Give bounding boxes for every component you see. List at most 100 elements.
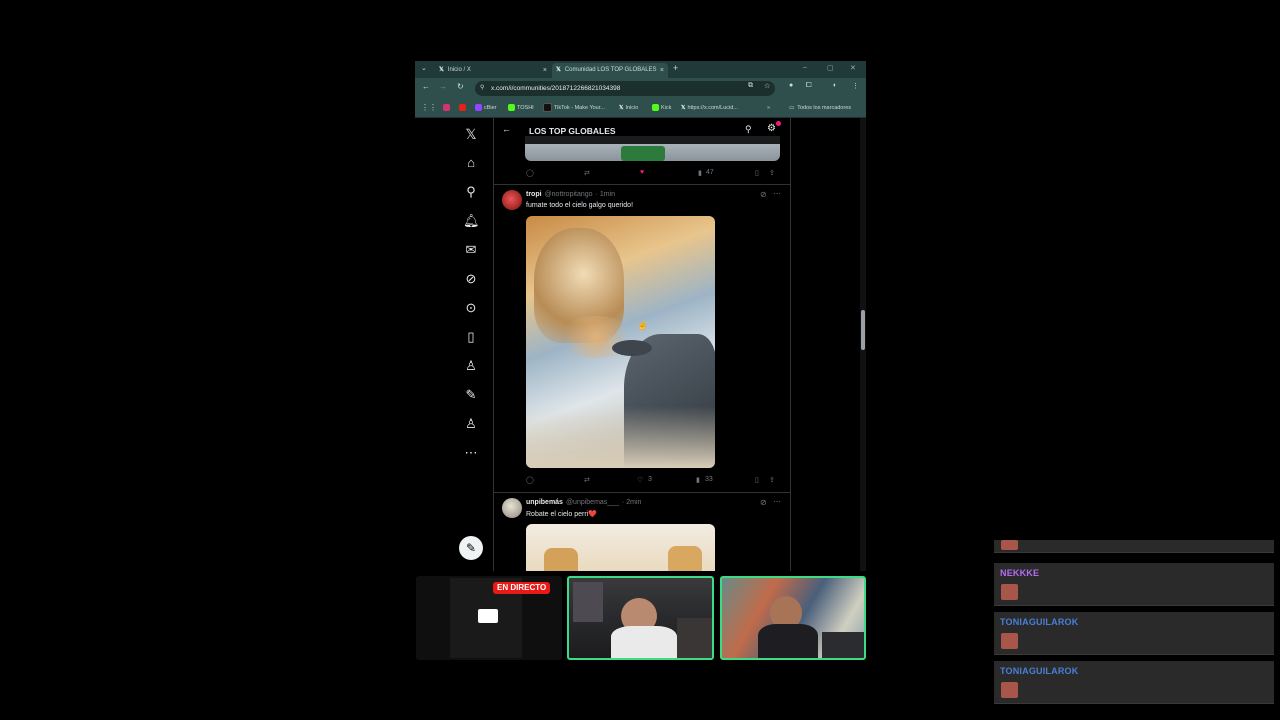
scrollbar-thumb[interactable] [861, 310, 865, 350]
bookmark-cbier[interactable]: cBier [475, 103, 497, 113]
x-page: 𝕏 ⌂ ⚲ 🔔︎ ✉ ⊘ ⊙ ▯ ♙ ✎ ♙ ⋯ ✎ ← LOS TOP GLO… [415, 118, 866, 571]
grok-action-icon[interactable]: ⊘ [760, 190, 767, 199]
bookmark-kick[interactable]: Kick [652, 103, 671, 113]
avatar[interactable] [502, 190, 522, 210]
emote-icon [1001, 540, 1018, 550]
views-count: 33 [705, 476, 713, 483]
notifications-bell-icon[interactable]: 🔔︎ [463, 213, 480, 229]
address-bar-row: ← → ↻ ⚲ x.com/i/communities/201871226682… [415, 78, 866, 100]
page-scrollbar[interactable] [860, 118, 866, 571]
close-window-button[interactable]: ✕ [850, 64, 856, 72]
bookmark-icon-instagram[interactable] [443, 103, 452, 113]
tweet-image[interactable] [526, 216, 715, 468]
messages-mail-icon[interactable]: ✉ [463, 242, 479, 258]
grok-action-icon[interactable]: ⊘ [760, 498, 767, 507]
search-icon[interactable]: ⚲ [745, 124, 752, 135]
tab-inicio[interactable]: 𝕏 Inicio / X × [435, 63, 551, 78]
views-icon[interactable]: ▮ [696, 476, 700, 484]
url-field[interactable]: ⚲ x.com/i/communities/201871226682103439… [475, 81, 775, 96]
image-figure [621, 146, 665, 161]
bookmarks-bar: ⋮⋮ cBier TOSHI TikTok - Make Your... 𝕏 In… [415, 100, 866, 118]
extension-icon[interactable]: ● [789, 82, 793, 89]
tweet-image[interactable] [526, 524, 715, 571]
tab-community[interactable]: 𝕏 Comunidad LOS TOP GLOBALES × [552, 63, 668, 78]
live-badge: EN DIRECTO [493, 582, 551, 594]
emote-icon [1001, 584, 1018, 600]
chat-username[interactable]: TONIAGUILAROK [1000, 617, 1078, 627]
bookmark-star-icon[interactable]: ☆ [764, 82, 770, 90]
emote-icon [1001, 682, 1018, 698]
tweet-text: Robate el cielo perri❤️ [526, 511, 597, 518]
tweet-more-icon[interactable]: ⋯ [773, 497, 781, 506]
repost-icon[interactable]: ⇄ [584, 476, 590, 484]
share-icon[interactable]: ⇪ [769, 476, 775, 484]
bookmark-icon[interactable]: ▯ [755, 169, 759, 177]
post-button[interactable]: ✎ [459, 536, 483, 560]
share-icon[interactable]: ⇪ [769, 169, 775, 177]
mouse-cursor-icon: ☝ [637, 320, 649, 330]
site-info-icon[interactable]: ⚲ [480, 81, 484, 96]
emote-icon [1001, 633, 1018, 649]
communities-icon[interactable]: ⊙ [463, 300, 479, 316]
tweet-author[interactable]: unpibemás @unpibemas___ · 2min [526, 499, 641, 506]
reply-icon[interactable]: ◯ [526, 169, 534, 177]
views-icon[interactable]: ▮ [698, 169, 702, 177]
maximize-button[interactable]: ▢ [827, 64, 834, 72]
bookmark-icon-youtube[interactable] [459, 103, 468, 113]
back-arrow-icon[interactable]: ← [502, 124, 511, 134]
bookmark-lucid[interactable]: 𝕏https://x.com/Lucid... [681, 103, 738, 113]
premium-icon[interactable]: ✎ [463, 387, 479, 403]
jobs-icon[interactable]: ♙ [463, 358, 479, 374]
image-figure [668, 546, 702, 571]
minimize-button[interactable]: – [803, 64, 807, 71]
like-icon[interactable]: ♡ [637, 476, 643, 484]
chat-message: TONIAGUILAROK [994, 661, 1274, 704]
more-options-icon[interactable]: ⋯ [463, 445, 479, 461]
bookmarks-icon[interactable]: ▯ [463, 329, 479, 345]
community-feed: ← LOS TOP GLOBALES ⚲ ⚙ ◯ ⇄ ♥ ▮ 47 ▯ ⇪ tr… [493, 118, 791, 571]
more-bookmarks-icon[interactable]: » [767, 103, 770, 113]
image-figure [822, 632, 864, 658]
tweet-actions: ◯ ⇄ ♡ 3 ▮ 33 ▯ ⇪ [522, 476, 782, 488]
like-count: 3 [648, 476, 652, 483]
bookmark-toshi[interactable]: TOSHI [508, 103, 534, 113]
image-figure [544, 548, 578, 571]
webcam-feed-1[interactable] [567, 576, 714, 660]
home-icon[interactable]: ⌂ [463, 155, 479, 171]
bookmark-tiktok[interactable]: TikTok - Make Your... [543, 103, 605, 113]
bookmark-inicio[interactable]: 𝕏 Inicio [619, 103, 638, 113]
x-logo[interactable]: 𝕏 [463, 126, 479, 142]
tweet-author[interactable]: tropi @nottropitango · 1min [526, 191, 615, 198]
image-figure [758, 624, 818, 658]
close-tab-icon[interactable]: × [543, 63, 547, 78]
repost-icon[interactable]: ⇄ [584, 169, 590, 177]
browser-window: ⌄ 𝕏 Inicio / X × 𝕏 Comunidad LOS TOP GLOBA… [415, 61, 866, 571]
profile-icon[interactable]: ◐ [833, 82, 837, 89]
screen-share-preview[interactable]: EN DIRECTO [416, 576, 562, 660]
webcam-feed-2[interactable] [720, 576, 866, 660]
avatar[interactable] [502, 498, 522, 518]
grok-icon[interactable]: ⊘ [463, 271, 479, 287]
install-icon[interactable]: ⧉ [748, 82, 753, 90]
bookmark-icon[interactable]: ▯ [755, 476, 759, 484]
profile-icon[interactable]: ♙ [463, 416, 479, 432]
community-settings-icon[interactable]: ⚙ [767, 123, 776, 134]
liked-heart-icon[interactable]: ♥ [640, 169, 644, 176]
new-tab-button[interactable]: + [673, 63, 678, 73]
puzzle-icon[interactable]: ⧠ [806, 82, 812, 90]
reload-icon[interactable]: ↻ [457, 82, 464, 91]
forward-icon[interactable]: → [439, 82, 447, 91]
chat-message-partial [994, 540, 1274, 553]
all-bookmarks-folder[interactable]: ▭ Todos los marcadores [789, 103, 851, 113]
chat-username[interactable]: TONIAGUILAROK [1000, 666, 1078, 676]
tab-search-icon[interactable]: ⌄ [421, 64, 427, 72]
back-icon[interactable]: ← [422, 82, 430, 91]
tweet-more-icon[interactable]: ⋯ [773, 189, 781, 198]
apps-icon[interactable]: ⋮⋮ [421, 103, 437, 113]
chat-username[interactable]: NEKKKE [1000, 568, 1039, 578]
menu-icon[interactable]: ⋮ [852, 82, 859, 90]
reply-icon[interactable]: ◯ [526, 476, 534, 484]
explore-search-icon[interactable]: ⚲ [463, 184, 479, 200]
close-tab-icon[interactable]: × [657, 63, 664, 78]
x-favicon-icon: 𝕏 [556, 67, 561, 73]
